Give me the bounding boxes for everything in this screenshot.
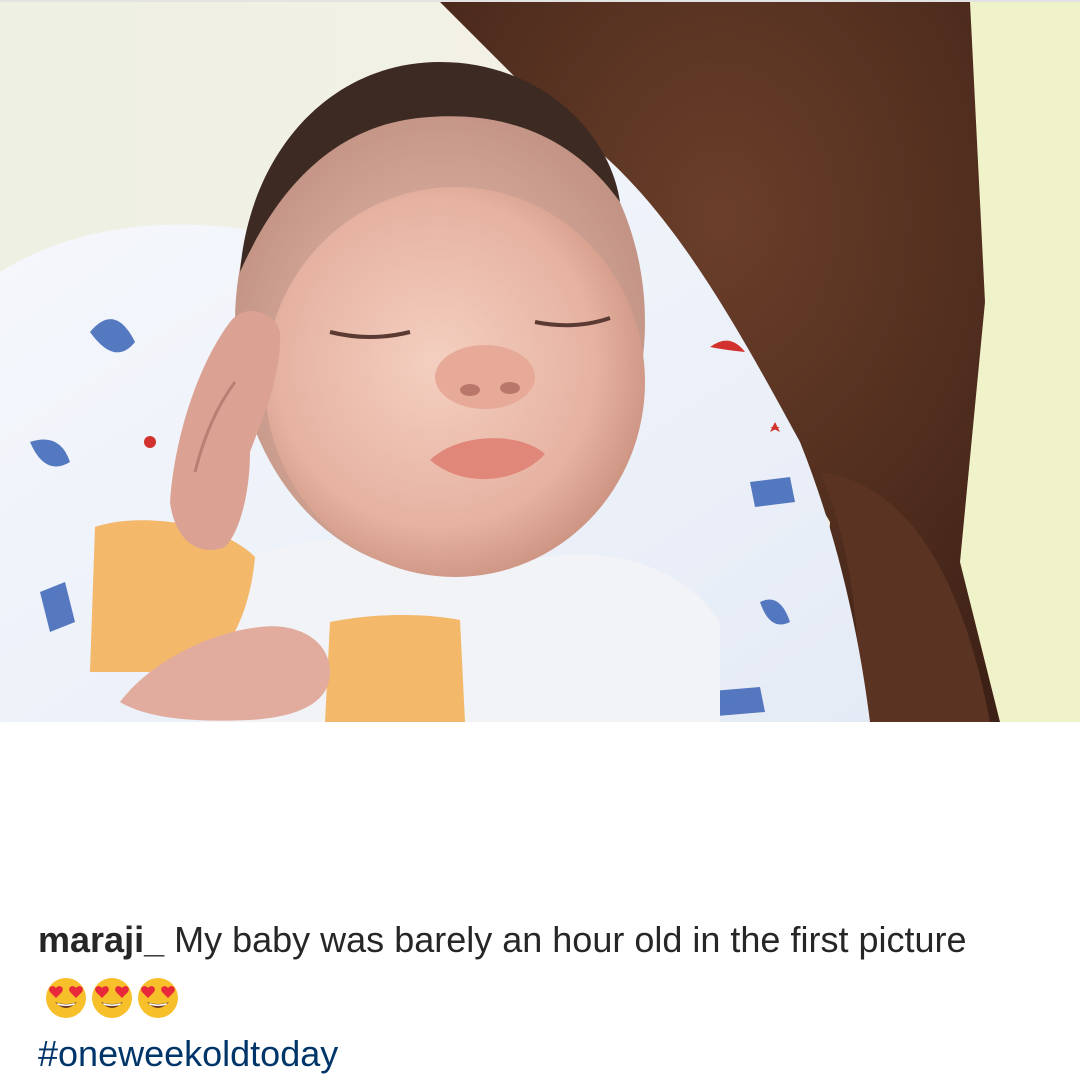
sleeping-newborn-photo-icon <box>0 2 1080 722</box>
caption-hashtag[interactable]: #oneweekoldtoday <box>38 1033 338 1074</box>
heart-eyes-emoji <box>46 978 86 1018</box>
post-photo[interactable] <box>0 2 1080 722</box>
post-caption: maraji_ My baby was barely an hour old i… <box>38 914 1038 1080</box>
caption-text: My baby was barely an hour old in the fi… <box>174 919 967 960</box>
caption-username[interactable]: maraji_ <box>38 919 164 960</box>
heart-eyes-emoji <box>138 978 178 1018</box>
post-container: maraji_ My baby was barely an hour old i… <box>0 0 1080 1075</box>
heart-eyes-emoji <box>92 978 132 1018</box>
emoji-group <box>44 976 182 1028</box>
